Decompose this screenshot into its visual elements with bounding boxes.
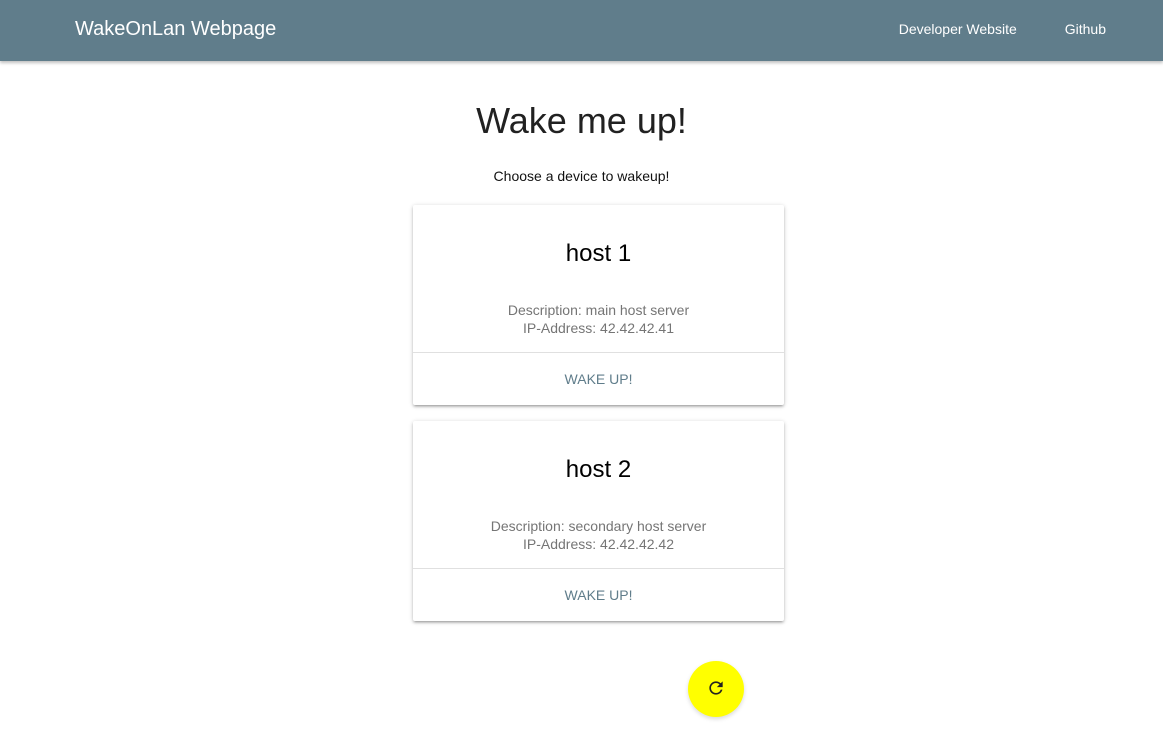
device-card-host-2: host 2 Description: secondary host serve… xyxy=(413,421,784,621)
device-ip-address: IP-Address: 42.42.42.41 xyxy=(523,320,674,336)
brand-logo[interactable]: WakeOnLan Webpage xyxy=(75,0,276,61)
device-ip-address: IP-Address: 42.42.42.42 xyxy=(523,536,674,552)
device-card-host-1: host 1 Description: main host server IP-… xyxy=(413,205,784,405)
device-info: Description: main host server IP-Address… xyxy=(413,301,784,337)
device-description: Description: secondary host server xyxy=(490,518,707,534)
device-name: host 1 xyxy=(565,240,632,267)
wake-up-button-host-2[interactable]: WAKE UP! xyxy=(413,569,784,621)
card-content: host 2 Description: secondary host serve… xyxy=(413,421,784,568)
card-action: WAKE UP! xyxy=(413,568,784,621)
wake-up-button-host-1[interactable]: WAKE UP! xyxy=(413,353,784,405)
device-name: host 2 xyxy=(565,456,632,483)
card-action: WAKE UP! xyxy=(413,352,784,405)
nav-link-developer-website[interactable]: Developer Website xyxy=(851,0,1017,61)
card-content: host 1 Description: main host server IP-… xyxy=(413,205,784,352)
device-description: Description: main host server xyxy=(507,302,690,318)
top-navbar: WakeOnLan Webpage Developer Website Gith… xyxy=(0,0,1163,61)
page-title: Wake me up! xyxy=(476,100,687,141)
device-info: Description: secondary host server IP-Ad… xyxy=(413,517,784,553)
nav-links: Developer Website Github xyxy=(851,0,1106,61)
refresh-button[interactable] xyxy=(688,661,744,717)
nav-link-github[interactable]: Github xyxy=(1017,0,1106,61)
refresh-icon xyxy=(706,678,726,701)
page-subtitle: Choose a device to wakeup! xyxy=(493,168,670,184)
